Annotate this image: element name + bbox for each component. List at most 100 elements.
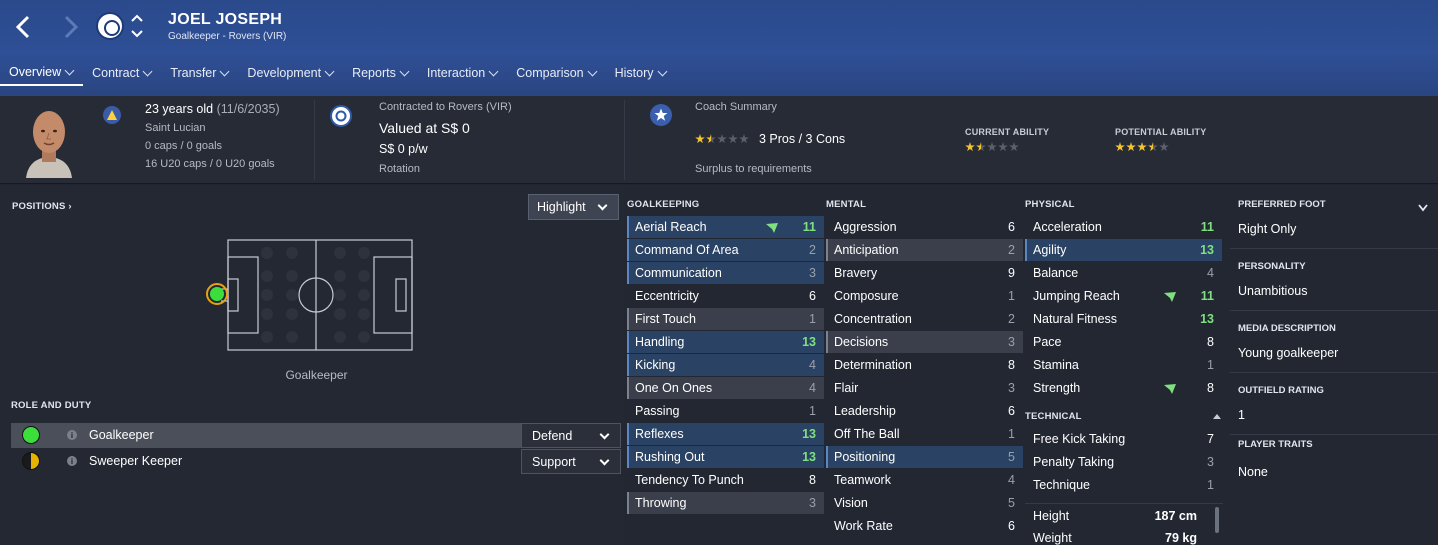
scrollbar-thumb[interactable] <box>1215 507 1219 533</box>
goalkeeper-position-marker[interactable] <box>206 283 228 305</box>
attribute-value: 5 <box>1008 450 1015 464</box>
highlight-dropdown[interactable]: Highlight <box>528 194 619 220</box>
player-portrait[interactable] <box>22 104 76 178</box>
attribute-row-free-kick-taking[interactable]: Free Kick Taking 7 <box>1025 428 1222 450</box>
attribute-row-kicking[interactable]: Kicking 4 <box>627 354 824 376</box>
attribute-value: 3 <box>1008 335 1015 349</box>
attribute-row-acceleration[interactable]: Acceleration 11 <box>1025 216 1222 238</box>
attribute-row-teamwork[interactable]: Teamwork 4 <box>826 469 1023 491</box>
attribute-row-throwing[interactable]: Throwing 3 <box>627 492 824 514</box>
attribute-row-rushing-out[interactable]: Rushing Out 13 <box>627 446 824 468</box>
tab-history[interactable]: History <box>606 60 676 86</box>
attribute-row-flair[interactable]: Flair 3 <box>826 377 1023 399</box>
duty-dropdown[interactable]: Support <box>521 449 621 474</box>
height-value: 187 cm <box>1154 509 1197 523</box>
info-icon[interactable]: i <box>67 456 77 466</box>
tab-label: Comparison <box>516 66 584 80</box>
attribute-row-first-touch[interactable]: First Touch 1 <box>627 308 824 330</box>
chevron-down-icon[interactable] <box>1418 204 1428 212</box>
attribute-row-bravery[interactable]: Bravery 9 <box>826 262 1023 284</box>
attribute-row-aerial-reach[interactable]: Aerial Reach 11 <box>627 216 824 238</box>
attribute-row-passing[interactable]: Passing 1 <box>627 400 824 422</box>
nationality-flag-icon[interactable] <box>103 106 121 124</box>
forward-button[interactable] <box>56 10 86 44</box>
attribute-row-determination[interactable]: Determination 8 <box>826 354 1023 376</box>
attribute-row-composure[interactable]: Composure 1 <box>826 285 1023 307</box>
attribute-row-jumping-reach[interactable]: Jumping Reach 11 <box>1025 285 1222 307</box>
attribute-row-penalty-taking[interactable]: Penalty Taking 3 <box>1025 451 1222 473</box>
attribute-row-positioning[interactable]: Positioning 5 <box>826 446 1023 468</box>
attribute-row-stamina[interactable]: Stamina 1 <box>1025 354 1222 376</box>
media-description-label: MEDIA DESCRIPTION <box>1238 323 1336 334</box>
attribute-row-vision[interactable]: Vision 5 <box>826 492 1023 514</box>
attribute-row-work-rate[interactable]: Work Rate 6 <box>826 515 1023 537</box>
attribute-value: 6 <box>809 289 816 303</box>
role-row-goalkeeper[interactable]: i Goalkeeper Defend <box>11 423 621 448</box>
tab-reports[interactable]: Reports <box>343 60 418 86</box>
attribute-row-pace[interactable]: Pace 8 <box>1025 331 1222 353</box>
player-switch-arrows[interactable] <box>130 12 144 40</box>
tab-development[interactable]: Development <box>238 60 343 86</box>
outfield-section: OUTFIELD RATING 1 <box>1230 373 1438 435</box>
tab-contract[interactable]: Contract <box>83 60 161 86</box>
weight-value: 79 kg <box>1165 531 1197 545</box>
attribute-name: Balance <box>1033 266 1079 280</box>
collapse-up-icon[interactable] <box>1213 413 1221 419</box>
attribute-row-decisions[interactable]: Decisions 3 <box>826 331 1023 353</box>
club-badge-icon[interactable] <box>96 12 124 40</box>
attribute-name: Penalty Taking <box>1033 455 1115 469</box>
attribute-name: First Touch <box>635 312 696 326</box>
attribute-row-tendency-to-punch[interactable]: Tendency To Punch 8 <box>627 469 824 491</box>
attribute-row-concentration[interactable]: Concentration 2 <box>826 308 1023 330</box>
potential-ability-label: POTENTIAL ABILITY <box>1115 127 1207 137</box>
duty-dropdown[interactable]: Defend <box>521 423 621 448</box>
club-crest-icon[interactable] <box>330 105 352 127</box>
attribute-row-leadership[interactable]: Leadership 6 <box>826 400 1023 422</box>
attribute-value: 8 <box>1207 381 1214 395</box>
tab-comparison[interactable]: Comparison <box>507 60 605 86</box>
attribute-row-balance[interactable]: Balance 4 <box>1025 262 1222 284</box>
attribute-row-one-on-ones[interactable]: One On Ones 4 <box>627 377 824 399</box>
attribute-row-anticipation[interactable]: Anticipation 2 <box>826 239 1023 261</box>
attribute-row-natural-fitness[interactable]: Natural Fitness 13 <box>1025 308 1222 330</box>
info-icon[interactable]: i <box>67 430 77 440</box>
chevron-down-icon <box>219 66 230 76</box>
coach-star-icon[interactable] <box>650 104 672 126</box>
attribute-name: Tendency To Punch <box>635 473 744 487</box>
attribute-name: One On Ones <box>635 381 713 395</box>
attribute-value: 11 <box>1200 220 1214 234</box>
main-content: POSITIONS › Highlight Goalkeeper ROLE AN… <box>0 185 1438 545</box>
pros-cons[interactable]: 3 Pros / 3 Cons <box>759 132 845 146</box>
player-traits-value: None <box>1238 465 1268 479</box>
attribute-row-communication[interactable]: Communication 3 <box>627 262 824 284</box>
back-button[interactable] <box>8 10 38 44</box>
attribute-row-aggression[interactable]: Aggression 6 <box>826 216 1023 238</box>
personality-value[interactable]: Unambitious <box>1238 284 1307 298</box>
media-description-value[interactable]: Young goalkeeper <box>1238 346 1338 360</box>
attribute-row-command-of-area[interactable]: Command Of Area 2 <box>627 239 824 261</box>
preferred-foot-section: PREFERRED FOOT Right Only <box>1230 185 1438 249</box>
tab-overview[interactable]: Overview <box>0 60 84 86</box>
summary-divider <box>314 100 315 180</box>
tab-interaction[interactable]: Interaction <box>418 60 507 86</box>
goalkeeping-heading: GOALKEEPING <box>627 199 700 210</box>
attribute-row-handling[interactable]: Handling 13 <box>627 331 824 353</box>
attribute-row-agility[interactable]: Agility 13 <box>1025 239 1222 261</box>
attribute-row-technique[interactable]: Technique 1 <box>1025 474 1222 496</box>
attribute-name: Acceleration <box>1033 220 1102 234</box>
squad-status: Rotation <box>379 163 420 175</box>
pitch-diagram <box>221 239 413 351</box>
star-icon <box>654 108 668 121</box>
rating-star <box>976 142 986 152</box>
tab-transfer[interactable]: Transfer <box>161 60 238 86</box>
attribute-value: 1 <box>1008 427 1015 441</box>
attribute-row-strength[interactable]: Strength 8 <box>1025 377 1222 399</box>
attribute-name: Concentration <box>834 312 912 326</box>
role-row-sweeper-keeper[interactable]: i Sweeper Keeper Support <box>11 449 621 474</box>
attribute-row-eccentricity[interactable]: Eccentricity 6 <box>627 285 824 307</box>
coach-rating-stars <box>695 134 749 144</box>
positions-label[interactable]: POSITIONS › <box>12 201 72 212</box>
attribute-row-reflexes[interactable]: Reflexes 13 <box>627 423 824 445</box>
attribute-row-off-the-ball[interactable]: Off The Ball 1 <box>826 423 1023 445</box>
attribute-value: 4 <box>1207 266 1214 280</box>
